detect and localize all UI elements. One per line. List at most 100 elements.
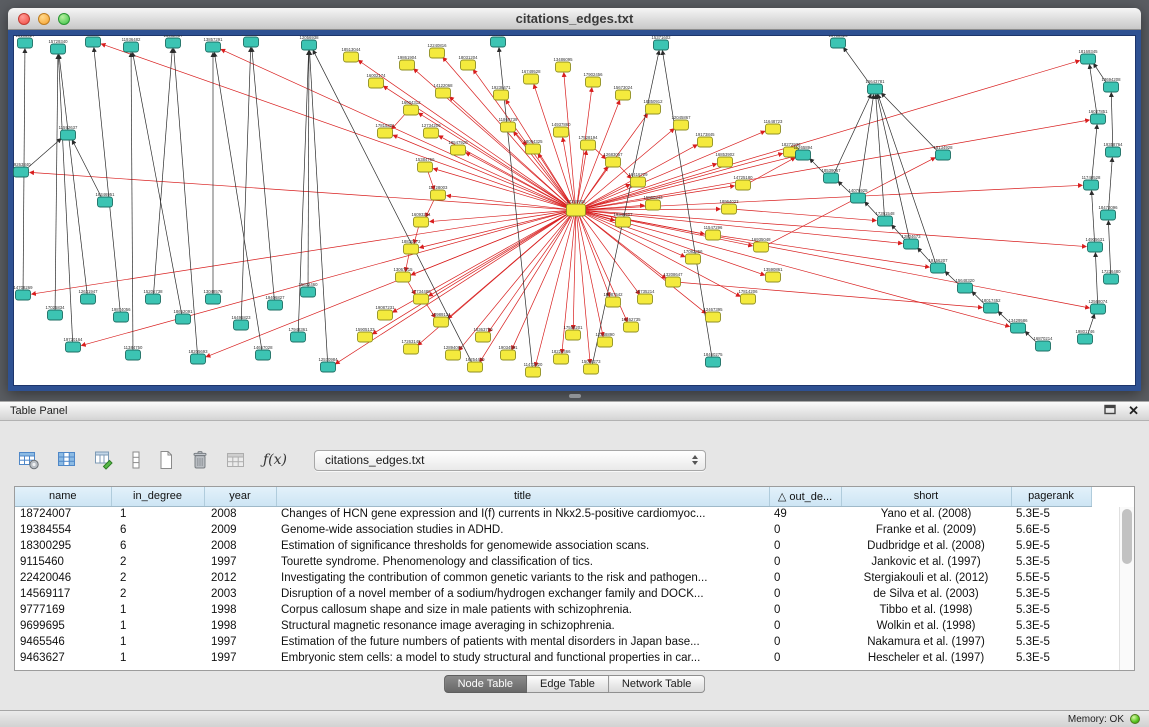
network-node[interactable]: 13590861 (763, 267, 783, 282)
table-row[interactable]: 969969511998Structural magnetic resonanc… (15, 618, 1091, 634)
network-edge[interactable] (582, 212, 684, 257)
column-header-out_de[interactable]: △ out_de... (769, 487, 841, 506)
network-edge[interactable] (252, 48, 275, 300)
network-node[interactable]: 17814206 (738, 289, 758, 304)
network-node[interactable]: 17082356 (683, 249, 703, 264)
network-node[interactable]: 18513044 (341, 47, 361, 62)
cell-short[interactable]: Wolkin et al. (1998) (841, 618, 1011, 634)
network-edge[interactable] (1095, 253, 1097, 304)
network-node[interactable]: 17391548 (875, 211, 895, 226)
network-node[interactable]: 17025834 (45, 305, 65, 320)
network-edge[interactable] (154, 49, 173, 294)
network-node[interactable]: 15729340 (48, 39, 68, 54)
cell-in_degree[interactable]: 1 (111, 634, 204, 650)
cell-title[interactable]: Estimation of significance thresholds fo… (276, 538, 769, 554)
cell-pagerank[interactable]: 5.3E-5 (1011, 634, 1091, 650)
network-node[interactable]: 16853902 (715, 152, 735, 167)
network-node[interactable]: 15673024 (613, 85, 633, 100)
network-node[interactable]: 15134928 (933, 145, 953, 160)
network-node[interactable]: 14905631 (1085, 237, 1105, 252)
network-node[interactable]: 18363750 (473, 327, 493, 342)
cell-title[interactable]: Embryonic stem cells: a model to study s… (276, 650, 769, 666)
network-node[interactable]: 19861904 (397, 55, 417, 70)
network-node[interactable]: 17690384 (241, 35, 261, 47)
row-functions-button[interactable] (129, 449, 143, 471)
network-node[interactable]: 16254420 (465, 357, 485, 372)
table-scrollbar[interactable] (1119, 507, 1134, 671)
network-node[interactable]: 11265894 (794, 145, 813, 160)
column-header-name[interactable]: name (15, 487, 111, 506)
cell-title[interactable]: Investigating the contribution of common… (276, 570, 769, 586)
network-node[interactable]: 11547296 (704, 225, 723, 240)
network-edge[interactable] (1111, 93, 1113, 147)
cell-pagerank[interactable]: 5.9E-5 (1011, 538, 1091, 554)
network-node[interactable]: 16749528 (521, 69, 541, 84)
table-row[interactable]: 946554611997Estimation of the future num… (15, 634, 1091, 650)
network-node[interactable]: 17902456 (583, 72, 603, 87)
cell-title[interactable]: Corpus callosum shape and size in male p… (276, 602, 769, 618)
network-node[interactable]: 18017452 (981, 298, 1001, 313)
cell-year[interactable]: 2012 (204, 570, 276, 586)
network-node[interactable]: 18224466 (551, 349, 571, 364)
cell-title[interactable]: Tourette syndrome. Phenomenology and cla… (276, 554, 769, 570)
network-edge[interactable] (564, 73, 576, 205)
cell-pagerank[interactable]: 5.3E-5 (1011, 602, 1091, 618)
cell-out_de[interactable]: 0 (769, 618, 841, 634)
network-node[interactable]: 18473096 (1098, 205, 1118, 220)
cell-year[interactable]: 1997 (204, 650, 276, 666)
table-row[interactable]: 946362711997Embryonic stem cells: a mode… (15, 650, 1091, 666)
cell-year[interactable]: 2008 (204, 506, 276, 522)
network-node[interactable]: 12045867 (671, 115, 691, 130)
cell-in_degree[interactable]: 2 (111, 570, 204, 586)
network-node[interactable]: 11592637 (59, 125, 78, 140)
table-row[interactable]: 1830029562008Estimation of significance … (15, 538, 1091, 554)
cell-year[interactable]: 2003 (204, 586, 276, 602)
cell-short[interactable]: Jankovic et al. (1997) (841, 554, 1011, 570)
network-node[interactable]: 18539067 (821, 168, 841, 183)
network-node[interactable]: 17948361 (288, 327, 308, 342)
cell-out_de[interactable]: 0 (769, 538, 841, 554)
column-header-pagerank[interactable]: pagerank (1011, 487, 1091, 506)
network-node[interactable]: 12631947 (78, 289, 98, 304)
network-node[interactable]: 14937860 (551, 122, 571, 137)
network-node[interactable]: 14076925 (848, 188, 868, 203)
cell-short[interactable]: Yano et al. (2008) (841, 506, 1011, 522)
cell-title[interactable]: Estimation of the future numbers of pati… (276, 634, 769, 650)
cell-name[interactable]: 9699695 (15, 618, 111, 634)
network-node[interactable]: 17734480 (411, 289, 431, 304)
cell-name[interactable]: 18724007 (15, 506, 111, 522)
network-node[interactable]: 18830172 (401, 239, 421, 254)
cell-in_degree[interactable]: 2 (111, 586, 204, 602)
table-row[interactable]: 1456911722003Disruption of a novel membe… (15, 586, 1091, 602)
network-node[interactable]: 14657028 (253, 345, 273, 360)
column-visibility-button[interactable] (55, 449, 79, 471)
cell-short[interactable]: Stergiakouli et al. (2012) (841, 570, 1011, 586)
network-node[interactable]: 11860739 (499, 117, 518, 132)
cell-title[interactable]: Genome-wide association studies in ADHD. (276, 522, 769, 538)
network-edge[interactable] (55, 55, 58, 310)
network-node[interactable]: 18652091 (173, 309, 193, 324)
table-row[interactable]: 977716911998Corpus callosum shape and si… (15, 602, 1091, 618)
network-edge[interactable] (582, 184, 629, 207)
table-source-select[interactable]: citations_edges.txt (314, 450, 706, 471)
close-panel-icon[interactable]: ✕ (1128, 405, 1139, 417)
network-node[interactable]: 19345607 (613, 212, 633, 227)
network-node[interactable]: 16604312 (401, 100, 421, 115)
network-node[interactable]: 13857291 (203, 37, 223, 52)
function-builder-button[interactable]: ƒ(x) (261, 451, 289, 469)
column-header-year[interactable]: year (204, 487, 276, 506)
network-node[interactable]: 18205693 (188, 349, 208, 364)
minimize-window-button[interactable] (38, 13, 50, 25)
network-edge[interactable] (577, 215, 590, 363)
network-node[interactable]: 12056938 (299, 35, 319, 50)
panel-splitter[interactable] (0, 391, 1149, 401)
zoom-window-button[interactable] (58, 13, 70, 25)
cell-name[interactable]: 18300295 (15, 538, 111, 554)
network-node[interactable]: 14725180 (733, 175, 753, 190)
network-edge[interactable] (583, 211, 1089, 308)
cell-pagerank[interactable]: 5.3E-5 (1011, 650, 1091, 666)
cell-year[interactable]: 2009 (204, 522, 276, 538)
network-node[interactable]: 11740528 (1082, 175, 1101, 190)
cell-short[interactable]: de Silva et al. (2003) (841, 586, 1011, 602)
network-node[interactable]: 19708425 (828, 35, 848, 48)
